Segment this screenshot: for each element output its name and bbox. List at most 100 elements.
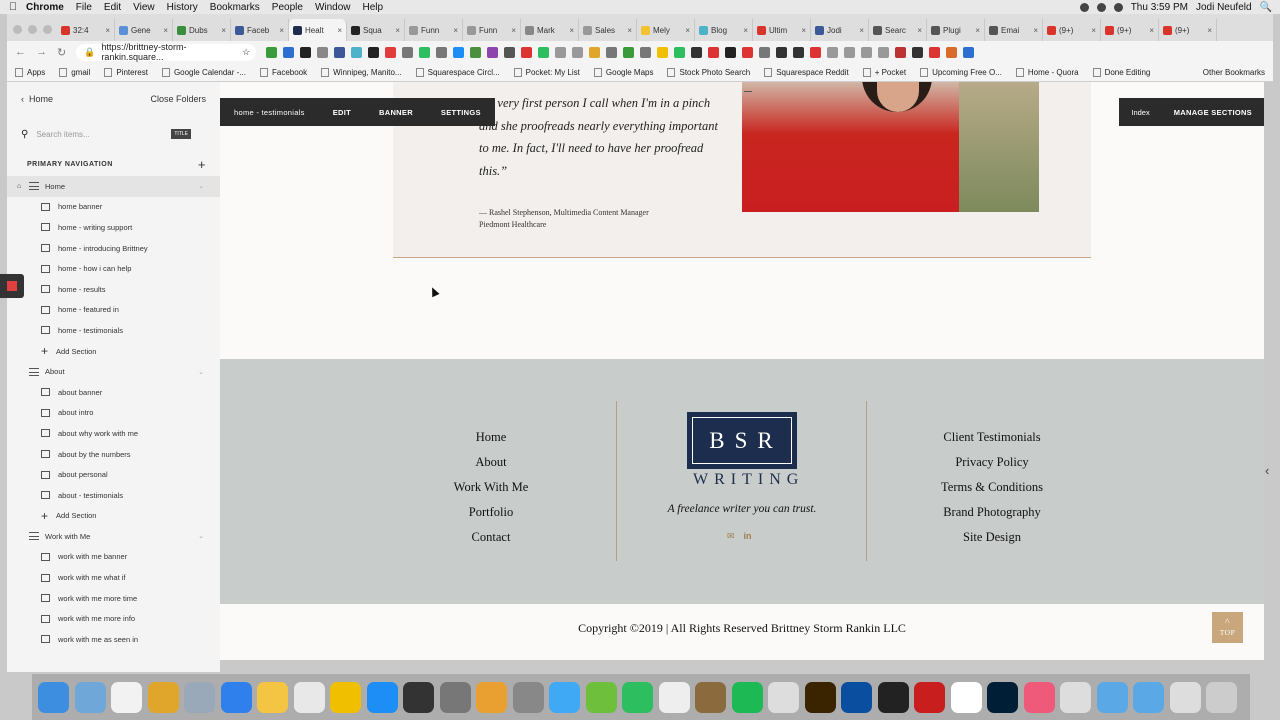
browser-tab[interactable]: Faceb × [231, 19, 289, 41]
dock-app-icon[interactable] [257, 681, 288, 713]
nav-section-item[interactable]: work with me banner [7, 547, 220, 568]
extension-icon[interactable] [946, 46, 958, 58]
menu-chrome[interactable]: Chrome [26, 2, 64, 13]
bookmark-star-icon[interactable]: ☆ [242, 47, 256, 58]
bookmark-item[interactable]: Upcoming Free O... [920, 67, 1002, 77]
footer-link[interactable]: About [432, 450, 550, 475]
close-tab-icon[interactable]: × [685, 26, 690, 35]
extension-icon[interactable] [708, 46, 720, 58]
search-input[interactable]: Search items... [36, 130, 89, 139]
extension-icon[interactable] [963, 46, 975, 58]
nav-section-item[interactable]: about - testimonials [7, 485, 220, 506]
close-tab-icon[interactable]: × [395, 26, 400, 35]
extension-icon[interactable] [385, 46, 397, 58]
close-tab-icon[interactable]: × [511, 26, 516, 35]
dock-app-icon[interactable] [476, 681, 507, 713]
browser-tab[interactable]: Squa × [347, 19, 405, 41]
menu-edit[interactable]: Edit [104, 2, 121, 13]
nav-page-item[interactable]: Work with Me ⌄ [7, 526, 220, 547]
extension-icon[interactable] [487, 46, 499, 58]
battery-icon[interactable] [1113, 2, 1123, 12]
extension-icon[interactable] [878, 46, 890, 58]
close-tab-icon[interactable]: × [743, 26, 748, 35]
linkedin-icon[interactable]: in [744, 531, 752, 542]
dock-app-icon[interactable] [439, 681, 471, 713]
drag-handle-icon[interactable] [744, 91, 752, 92]
index-button[interactable]: Index [1119, 108, 1161, 117]
bsr-writing-logo[interactable]: BSR WRITING [687, 412, 798, 489]
panel-search[interactable]: ⚲ Search items... TITLE [7, 116, 220, 152]
extension-icon[interactable] [827, 46, 839, 58]
browser-tab[interactable]: Sales × [579, 19, 637, 41]
extension-icon[interactable] [606, 46, 618, 58]
extension-icon[interactable] [470, 46, 482, 58]
dock-app-icon[interactable] [220, 681, 252, 713]
extension-icon[interactable] [419, 46, 431, 58]
manage-sections-button[interactable]: MANAGE SECTIONS [1162, 108, 1264, 117]
extension-icon[interactable] [521, 46, 533, 58]
menu-bookmarks[interactable]: Bookmarks [210, 2, 260, 13]
extension-icon[interactable] [589, 46, 601, 58]
dock-app-icon[interactable] [1060, 681, 1091, 713]
extension-icon[interactable] [368, 46, 380, 58]
browser-tab[interactable]: Gene × [115, 19, 173, 41]
dock-app-icon[interactable] [111, 681, 142, 713]
chevron-down-icon[interactable]: ⌄ [198, 368, 204, 376]
bookmark-item[interactable]: Google Calendar -... [161, 67, 246, 77]
extension-icon[interactable] [640, 46, 652, 58]
footer-link[interactable]: Contact [432, 525, 550, 550]
extension-icon[interactable] [283, 46, 295, 58]
nav-section-item[interactable]: work with me what if [7, 567, 220, 588]
dock-app-icon[interactable] [914, 681, 945, 713]
browser-tab[interactable]: Searc × [869, 19, 927, 41]
edit-section-button[interactable]: EDIT [319, 108, 365, 117]
extension-icon[interactable] [776, 46, 788, 58]
extension-icon[interactable] [453, 46, 465, 58]
browser-tab[interactable]: Funn × [405, 19, 463, 41]
dock-app-icon[interactable] [1096, 681, 1128, 713]
chevron-down-icon[interactable]: ⌄ [198, 532, 204, 540]
close-tab-icon[interactable]: × [1033, 26, 1038, 35]
extension-icon[interactable] [572, 46, 584, 58]
extension-icon[interactable] [691, 46, 703, 58]
testimonials-section[interactable]: the very first person I call when I'm in… [393, 82, 1091, 258]
address-bar[interactable]: 🔒 https://brittney-storm-rankin.square..… [76, 42, 257, 62]
extension-icon[interactable] [351, 46, 363, 58]
nav-section-item[interactable]: work with me as seen in [7, 629, 220, 650]
dock-app-icon[interactable] [987, 681, 1018, 713]
nav-section-item[interactable]: home - writing support [7, 217, 220, 238]
back-home-link[interactable]: ‹ Home [21, 94, 53, 104]
extension-icon[interactable] [317, 46, 329, 58]
nav-section-item[interactable]: home banner [7, 197, 220, 218]
footer-link[interactable]: Work With Me [432, 475, 550, 500]
nav-section-item[interactable]: home - results [7, 279, 220, 300]
close-tab-icon[interactable]: × [627, 26, 632, 35]
browser-tab[interactable]: Jodi × [811, 19, 869, 41]
close-tab-icon[interactable]: × [859, 26, 864, 35]
nav-section-item[interactable]: about by the numbers [7, 444, 220, 465]
user-name[interactable]: Jodi Neufeld [1196, 2, 1252, 13]
nav-section-item[interactable]: about personal [7, 464, 220, 485]
extension-icon[interactable] [810, 46, 822, 58]
reload-icon[interactable]: ↻ [57, 46, 66, 59]
browser-tab[interactable]: (9+) × [1043, 19, 1101, 41]
dock-app-icon[interactable] [293, 681, 325, 713]
back-to-top-button[interactable]: ˄ TOP [1212, 612, 1243, 643]
bookmark-item[interactable]: Apps [15, 67, 45, 77]
status-icon[interactable] [1079, 2, 1089, 12]
dock-app-icon[interactable] [184, 681, 215, 713]
browser-tab[interactable]: Funn × [463, 19, 521, 41]
wifi-icon[interactable] [1096, 2, 1106, 12]
bookmark-item[interactable]: Pinterest [104, 67, 148, 77]
browser-tab[interactable]: (9+) × [1159, 19, 1217, 41]
close-tab-icon[interactable]: × [1149, 26, 1154, 35]
menu-history[interactable]: History [167, 2, 198, 13]
footer-link[interactable]: Home [432, 425, 550, 450]
dock-app-icon[interactable] [585, 681, 617, 713]
banner-button[interactable]: BANNER [365, 108, 427, 117]
dock-app-icon[interactable] [731, 681, 763, 713]
extension-icon[interactable] [929, 46, 941, 58]
browser-tab[interactable]: Mely × [637, 19, 695, 41]
menu-file[interactable]: File [76, 2, 92, 13]
close-tab-icon[interactable]: × [337, 26, 342, 35]
